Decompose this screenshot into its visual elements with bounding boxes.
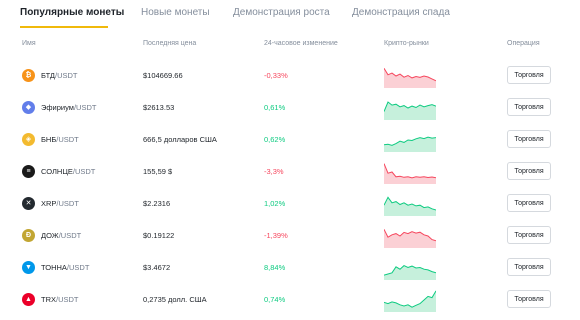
- trade-button[interactable]: Торговля: [507, 98, 551, 116]
- table-row: ▼ ТОННА/USDT $3.4672 8,84% Торговля: [0, 254, 580, 286]
- change-24h: 0,74%: [264, 295, 286, 304]
- table-row: Ð ДОЖ/USDT $0.19122 -1,39% Торговля: [0, 222, 580, 254]
- coin-quote-symbol: /USDT: [66, 263, 90, 272]
- coin-pair: БТД/USDT: [41, 71, 78, 80]
- table-row: ✕ XRP/USDT $2.2316 1,02% Торговля: [0, 190, 580, 222]
- trade-button[interactable]: Торговля: [507, 290, 551, 308]
- change-24h: 0,62%: [264, 135, 286, 144]
- last-price: 155,59 $: [143, 167, 173, 176]
- column-header-name: Имя: [22, 40, 36, 47]
- column-header-markets: Крипто-рынки: [384, 40, 429, 47]
- coin-pair: ДОЖ/USDT: [41, 231, 81, 240]
- dogecoin-icon: Ð: [22, 229, 35, 242]
- bnb-icon: ◈: [22, 133, 35, 146]
- column-header-operation: Операция: [507, 40, 540, 47]
- coin-quote-symbol: /USDT: [55, 71, 78, 80]
- coin-quote-symbol: /USDT: [56, 295, 79, 304]
- table-header: Имя Последняя цена 24-часовое изменение …: [0, 40, 580, 54]
- tab-top-losers[interactable]: Демонстрация спада: [352, 7, 450, 18]
- last-price: $3.4672: [143, 263, 171, 272]
- column-header-price: Последняя цена: [143, 40, 197, 47]
- sparkline-area: [384, 163, 436, 184]
- last-price: $2613.53: [143, 103, 175, 112]
- sparkline-chart: [384, 265, 436, 280]
- coin-pair: СОЛНЦЕ/USDT: [41, 167, 95, 176]
- sparkline-chart: [384, 101, 436, 120]
- sparkline-area: [384, 68, 436, 88]
- change-24h: -0,33%: [264, 71, 288, 80]
- last-price: $104669.66: [143, 71, 183, 80]
- tab-top-gainers[interactable]: Демонстрация роста: [233, 7, 330, 18]
- trade-button[interactable]: Торговля: [507, 226, 551, 244]
- coin-pair: ТОННА/USDT: [41, 263, 89, 272]
- coin-base-symbol: TRX: [41, 295, 56, 304]
- tab-new-coins[interactable]: Новые монеты: [141, 7, 210, 18]
- trade-button[interactable]: Торговля: [507, 66, 551, 84]
- trade-button[interactable]: Торговля: [507, 130, 551, 148]
- bitcoin-icon: ₿: [22, 69, 35, 82]
- trade-button[interactable]: Торговля: [507, 258, 551, 276]
- change-24h: -1,39%: [264, 231, 288, 240]
- sparkline-chart: [384, 68, 436, 88]
- tab-popular-coins[interactable]: Популярные монеты: [20, 7, 124, 18]
- trade-button[interactable]: Торговля: [507, 162, 551, 180]
- coin-base-symbol: БНБ: [41, 135, 57, 144]
- change-24h: -3,3%: [264, 167, 284, 176]
- coin-pair: БНБ/USDT: [41, 135, 79, 144]
- coin-pair: XRP/USDT: [41, 199, 79, 208]
- coin-quote-symbol: /USDT: [56, 199, 79, 208]
- table-row: ◆ Эфириум/USDT $2613.53 0,61% Торговля: [0, 94, 580, 126]
- coin-base-symbol: ДОЖ: [41, 231, 59, 240]
- coin-quote-symbol: /USDT: [73, 103, 97, 112]
- solana-icon: ≡: [22, 165, 35, 178]
- coin-quote-symbol: /USDT: [58, 231, 82, 240]
- toncoin-icon: ▼: [22, 261, 35, 274]
- xrp-icon: ✕: [22, 197, 35, 210]
- change-24h: 0,61%: [264, 103, 286, 112]
- last-price: 0,2735 долл. США: [143, 295, 207, 304]
- sparkline-chart: [384, 136, 436, 152]
- last-price: 666,5 долларов США: [143, 135, 217, 144]
- column-header-change: 24-часовое изменение: [264, 40, 338, 47]
- active-tab-underline: [20, 26, 108, 28]
- tron-icon: ▲: [22, 293, 35, 306]
- coin-base-symbol: Эфириум: [41, 103, 74, 112]
- coin-quote-symbol: /USDT: [72, 167, 96, 176]
- coin-base-symbol: XRP: [41, 199, 57, 208]
- sparkline-area: [384, 137, 436, 152]
- sparkline-chart: [384, 196, 436, 216]
- market-tabs: Популярные монеты Новые монеты Демонстра…: [0, 0, 580, 30]
- trade-button[interactable]: Торговля: [507, 194, 551, 212]
- table-row: ▲ TRX/USDT 0,2735 долл. США 0,74% Торговля: [0, 286, 580, 318]
- table-row: ◈ БНБ/USDT 666,5 долларов США 0,62% Торговля: [0, 126, 580, 158]
- coin-pair: TRX/USDT: [41, 295, 79, 304]
- last-price: $2.2316: [143, 199, 171, 208]
- coin-quote-symbol: /USDT: [56, 135, 79, 144]
- last-price: $0.19122: [143, 231, 175, 240]
- coin-base-symbol: СОЛНЦЕ: [41, 167, 73, 176]
- sparkline-chart: [384, 229, 436, 248]
- table-row: ≡ СОЛНЦЕ/USDT 155,59 $ -3,3% Торговля: [0, 158, 580, 190]
- change-24h: 8,84%: [264, 263, 286, 272]
- table-row: ₿ БТД/USDT $104669.66 -0,33% Торговля: [0, 62, 580, 94]
- coin-pair: Эфириум/USDT: [41, 103, 96, 112]
- sparkline-chart: [384, 290, 436, 312]
- coin-base-symbol: БТД: [41, 71, 55, 80]
- sparkline-chart: [384, 163, 436, 184]
- change-24h: 1,02%: [264, 199, 286, 208]
- ethereum-icon: ◆: [22, 101, 35, 114]
- coin-base-symbol: ТОННА: [41, 263, 67, 272]
